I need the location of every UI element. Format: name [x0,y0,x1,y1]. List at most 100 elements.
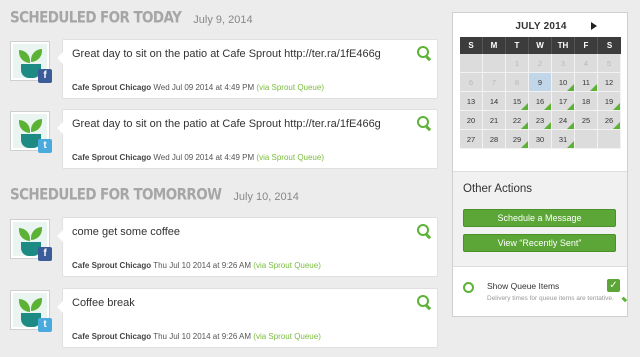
weekday-header: T [506,37,529,54]
sprout-queue-icon [417,116,429,128]
scheduled-post: f come get some coffee Cafe Sprout Chica… [10,217,438,277]
post-author[interactable]: Cafe Sprout Chicago [72,153,151,162]
post-time: Wed Jul 09 2014 at 4:49 PM [153,83,255,92]
weekday-header: TH [552,37,575,54]
twitter-icon: t [38,318,52,332]
calendar-day[interactable]: 5 [598,54,621,73]
post-time: Thu Jul 10 2014 at 9:26 AM [153,332,252,341]
queue-items-note: Delivery times for queue items are tenta… [487,295,614,302]
calendar-day[interactable]: 22 [506,111,529,130]
post-card[interactable]: Great day to sit on the patio at Cafe Sp… [57,109,438,169]
calendar-day[interactable]: 20 [460,111,483,130]
post-message: come get some coffee [72,226,181,238]
avatar[interactable]: f [10,219,52,261]
twitter-icon: t [38,139,52,153]
calendar-day[interactable]: 15 [506,92,529,111]
calendar-empty-cell [575,130,598,149]
calendar-day[interactable]: 12 [598,73,621,92]
show-queue-items-checkbox[interactable]: ✓ [607,279,620,292]
calendar-day[interactable]: 11 [575,73,598,92]
calendar-day[interactable]: 28 [483,130,506,149]
calendar-month-title: JULY 2014 [515,21,567,32]
post-meta: Cafe Sprout Chicago Wed Jul 09 2014 at 4… [72,153,324,162]
calendar-day[interactable]: 18 [575,92,598,111]
post-meta: Cafe Sprout Chicago Thu Jul 10 2014 at 9… [72,332,321,341]
calendar-empty-cell [460,54,483,73]
section-header-today: SCHEDULED FOR TODAY July 9, 2014 [10,9,253,27]
calendar-empty-cell [483,54,506,73]
sidebar-panel: JULY 2014 S M T W TH F S 1 2 3 4 5 6 7 8 9 10 11 12… [452,12,628,317]
calendar-day[interactable]: 30 [529,130,552,149]
scheduled-post: t Coffee break Cafe Sprout Chicago Thu J… [10,288,438,348]
calendar-day[interactable]: 23 [529,111,552,130]
calendar-day[interactable]: 24 [552,111,575,130]
post-time: Thu Jul 10 2014 at 9:26 AM [153,261,252,270]
weekday-header: S [598,37,621,54]
section-date: July 9, 2014 [193,14,253,26]
post-message: Coffee break [72,297,135,309]
sprout-queue-icon [417,46,429,58]
sprout-queue-icon [417,224,429,236]
calendar-day[interactable]: 1 [506,54,529,73]
post-author[interactable]: Cafe Sprout Chicago [72,83,151,92]
avatar[interactable]: t [10,290,52,332]
post-via: (via Sprout Queue) [253,332,321,341]
post-via: (via Sprout Queue) [256,83,324,92]
calendar-day[interactable]: 31 [552,130,575,149]
weekday-header: M [483,37,506,54]
calendar-day[interactable]: 7 [483,73,506,92]
calendar-day[interactable]: 6 [460,73,483,92]
avatar[interactable]: f [10,41,52,83]
section-header-tomorrow: SCHEDULED FOR TOMORROW July 10, 2014 [10,185,299,204]
section-title: SCHEDULED FOR TOMORROW [10,185,222,204]
weekday-header: W [529,37,552,54]
post-card[interactable]: Coffee break Cafe Sprout Chicago Thu Jul… [57,288,438,348]
scheduled-post: f Great day to sit on the patio at Cafe … [10,39,438,99]
sprout-queue-icon [417,295,429,307]
post-meta: Cafe Sprout Chicago Thu Jul 10 2014 at 9… [72,261,321,270]
post-card[interactable]: Great day to sit on the patio at Cafe Sp… [57,39,438,99]
calendar-day[interactable]: 17 [552,92,575,111]
facebook-icon: f [38,69,52,83]
calendar-day[interactable]: 27 [460,130,483,149]
post-author[interactable]: Cafe Sprout Chicago [72,332,151,341]
post-via: (via Sprout Queue) [256,153,324,162]
avatar[interactable]: t [10,111,52,153]
calendar-day[interactable]: 8 [506,73,529,92]
post-message: Great day to sit on the patio at Cafe Sp… [72,48,381,60]
show-queue-items-label: Show Queue Items [487,281,560,291]
calendar-day[interactable]: 26 [598,111,621,130]
calendar-day[interactable]: 29 [506,130,529,149]
weekday-header: F [575,37,598,54]
calendar-day[interactable]: 21 [483,111,506,130]
calendar-day[interactable]: 13 [460,92,483,111]
other-actions-title: Other Actions [463,183,533,195]
calendar-day[interactable]: 25 [575,111,598,130]
facebook-icon: f [38,247,52,261]
next-month-arrow-icon[interactable] [591,22,597,30]
post-message: Great day to sit on the patio at Cafe Sp… [72,118,381,130]
calendar-day[interactable]: 3 [552,54,575,73]
show-queue-items-row: Show Queue Items ✓ Delivery times for qu… [463,279,623,302]
other-actions-panel: Other Actions Schedule a Message View “R… [453,171,627,267]
post-card[interactable]: come get some coffee Cafe Sprout Chicago… [57,217,438,277]
calendar-day[interactable]: 2 [529,54,552,73]
calendar-day[interactable]: 9 [529,73,552,92]
view-recently-sent-button[interactable]: View “Recently Sent” [463,234,616,252]
calendar-day[interactable]: 4 [575,54,598,73]
calendar-day[interactable]: 10 [552,73,575,92]
post-time: Wed Jul 09 2014 at 4:49 PM [153,153,255,162]
calendar-day[interactable]: 16 [529,92,552,111]
calendar-empty-cell [598,130,621,149]
calendar-day[interactable]: 14 [483,92,506,111]
post-meta: Cafe Sprout Chicago Wed Jul 09 2014 at 4… [72,83,324,92]
scheduled-post: t Great day to sit on the patio at Cafe … [10,109,438,169]
weekday-header: S [460,37,483,54]
schedule-message-button[interactable]: Schedule a Message [463,209,616,227]
calendar-weekday-row: S M T W TH F S [460,37,621,54]
calendar-grid: S M T W TH F S 1 2 3 4 5 6 7 8 9 10 11 12 13 14 15 16 17… [460,37,621,149]
calendar-day[interactable]: 19 [598,92,621,111]
post-author[interactable]: Cafe Sprout Chicago [72,261,151,270]
post-via: (via Sprout Queue) [253,261,321,270]
section-date: July 10, 2014 [233,191,299,203]
